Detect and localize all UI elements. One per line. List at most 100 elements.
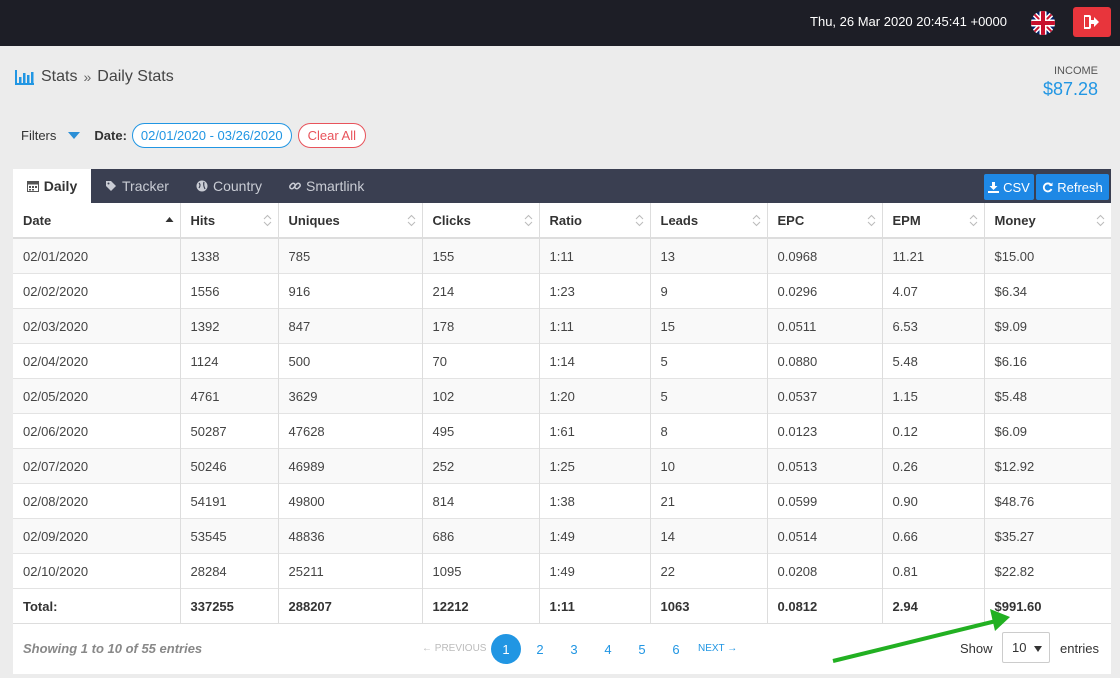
table-cell: 02/03/2020 [13,308,181,344]
table-cell: $22.82 [984,553,1111,589]
column-header-label: Uniques [288,212,340,228]
table-cell: $12.92 [984,448,1111,484]
table-cell: 8 [650,413,768,449]
page-size-select[interactable]: 10 [1002,632,1050,663]
table-cell: 1338 [180,237,279,274]
breadcrumb: Stats » Daily Stats [15,68,174,86]
column-header[interactable]: Uniques [278,203,423,239]
breadcrumb-separator: » [83,69,92,85]
table-cell: 22 [650,553,768,589]
previous-page-button[interactable]: ← PREVIOUS [422,643,486,654]
table-cell: 0.12 [882,413,985,449]
table-cell: 155 [422,237,540,274]
clear-all-button[interactable]: Clear All [297,122,367,148]
download-icon [988,181,1000,193]
total-cell: 0.0812 [767,588,883,624]
table-cell: $15.00 [984,237,1111,274]
table-footer: Showing 1 to 10 of 55 entries ← PREVIOUS… [13,624,1111,674]
table-cell: 214 [422,273,540,309]
sign-out-icon [1084,15,1099,29]
table-cell: 0.0968 [767,237,883,274]
column-header-label: EPC [777,212,805,228]
page-button[interactable]: 5 [627,634,657,664]
filters-toggle[interactable]: Filters [21,128,56,143]
link-icon [289,182,301,190]
table-cell: $35.27 [984,518,1111,554]
table-cell: 0.0513 [767,448,883,484]
column-header-label: EPM [892,212,921,228]
sort-icon [524,214,532,227]
top-bar: Thu, 26 Mar 2020 20:45:41 +0000 [0,0,1120,46]
sort-icon [635,214,643,227]
table-cell: 02/10/2020 [13,553,181,589]
table-row: 02/01/2020 1338 785 155 1:11 13 0.0968 11.21 $15… [13,237,1111,274]
table-cell: 1:11 [539,308,651,344]
caret-down-icon[interactable] [68,131,81,139]
table-cell: 847 [278,308,423,344]
table-cell: 02/08/2020 [13,483,181,519]
table-cell: 15 [650,308,768,344]
tab-country[interactable]: Country [196,169,262,203]
table-cell: 0.0514 [767,518,883,554]
table-cell: 1556 [180,273,279,309]
table-cell: 686 [422,518,540,554]
page-button[interactable]: 1 [491,634,521,664]
table-cell: 495 [422,413,540,449]
column-header[interactable]: Money [984,203,1111,239]
daily-stats-table: Date Hits Uniques Clicks Ratio Leads EPC EPM Mon… [13,203,1111,624]
refresh-button[interactable]: Refresh [1036,174,1109,200]
table-cell: 1392 [180,308,279,344]
csv-label: CSV [1003,179,1030,195]
table-cell: 70 [422,343,540,379]
table-cell: 02/07/2020 [13,448,181,484]
page-button[interactable]: 4 [593,634,623,664]
table-cell: $6.16 [984,343,1111,379]
table-cell: 916 [278,273,423,309]
tab-bar: Daily Tracker Country Smartlink CSV Refr… [13,169,1111,203]
column-header[interactable]: Hits [180,203,279,239]
column-header[interactable]: EPC [767,203,883,239]
table-cell: 25211 [278,553,423,589]
table-cell: 1:61 [539,413,651,449]
entries-label: entries [1060,641,1100,656]
table-cell: 3629 [278,378,423,414]
column-header[interactable]: Clicks [422,203,540,239]
table-cell: 5.48 [882,343,985,379]
date-range-picker[interactable]: 02/01/2020 - 03/26/2020 [131,122,292,148]
column-header-label: Clicks [432,212,471,228]
table-cell: 53545 [180,518,279,554]
column-header[interactable]: Leads [650,203,768,239]
server-datetime: Thu, 26 Mar 2020 20:45:41 +0000 [810,14,1007,29]
table-cell: 0.0880 [767,343,883,379]
table-cell: 02/01/2020 [13,237,181,274]
page-button[interactable]: 3 [559,634,589,664]
table-cell: $9.09 [984,308,1111,344]
tab-tracker[interactable]: Tracker [105,169,169,203]
breadcrumb-parent[interactable]: Stats [41,68,77,86]
table-cell: 4.07 [882,273,985,309]
column-header[interactable]: Date [13,203,181,239]
refresh-label: Refresh [1057,179,1103,195]
column-header[interactable]: Ratio [539,203,651,239]
tab-smartlink[interactable]: Smartlink [289,169,364,203]
page-button[interactable]: 2 [525,634,555,664]
table-cell: 178 [422,308,540,344]
header-row: Date Hits Uniques Clicks Ratio Leads EPC EPM Mon… [13,203,1111,239]
table-cell: $6.34 [984,273,1111,309]
logout-button[interactable] [1073,7,1111,37]
table-cell: $48.76 [984,483,1111,519]
uk-flag-icon[interactable] [1031,11,1055,35]
page-button[interactable]: 6 [661,634,691,664]
column-header-label: Hits [190,212,216,228]
column-header[interactable]: EPM [882,203,985,239]
dropdown-arrow-icon [1034,646,1042,652]
breadcrumb-current: Daily Stats [97,68,174,85]
tab-label: Country [213,178,263,194]
csv-export-button[interactable]: CSV [984,174,1034,200]
sort-asc-icon [165,217,173,222]
tab-daily[interactable]: Daily [13,169,91,203]
table-cell: 02/09/2020 [13,518,181,554]
table-cell: 02/04/2020 [13,343,181,379]
next-page-button[interactable]: NEXT → [698,643,737,654]
table-cell: 21 [650,483,768,519]
